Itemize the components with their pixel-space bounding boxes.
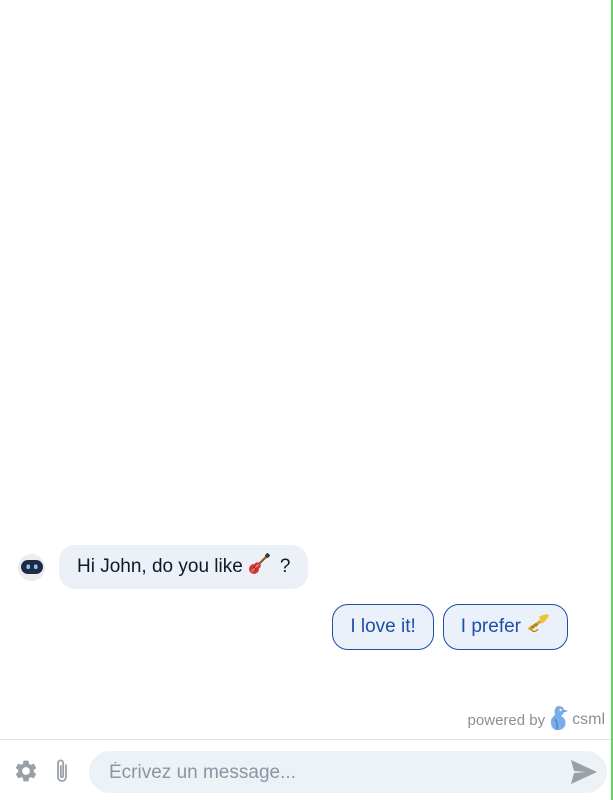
quick-reply-love-it-button[interactable]: I love it! bbox=[332, 604, 434, 650]
brand-name: csml bbox=[572, 711, 605, 728]
bot-message-suffix: ? bbox=[279, 556, 291, 577]
settings-button[interactable] bbox=[12, 757, 40, 785]
send-button[interactable] bbox=[569, 757, 599, 787]
composer-bar bbox=[0, 739, 611, 800]
powered-by: powered by csml bbox=[468, 705, 605, 735]
quick-reply-prefer-button[interactable]: I prefer bbox=[442, 604, 568, 650]
message-list: Hi John, do you like ? I love it! I pref… bbox=[0, 0, 611, 738]
bot-avatar bbox=[18, 553, 45, 581]
bot-message-text: Hi John, do you like bbox=[77, 556, 243, 577]
attach-button[interactable] bbox=[48, 757, 76, 785]
bot-message-bubble: Hi John, do you like ? bbox=[59, 545, 309, 589]
quick-reply-label: I love it! bbox=[350, 616, 416, 637]
message-input[interactable] bbox=[107, 751, 551, 795]
quick-replies: I love it! I prefer bbox=[332, 604, 568, 650]
trumpet-icon bbox=[526, 613, 550, 641]
guitar-icon bbox=[248, 553, 270, 581]
paperclip-icon bbox=[57, 759, 67, 782]
bot-message-row: Hi John, do you like ? bbox=[18, 545, 309, 589]
message-input-container bbox=[89, 751, 607, 795]
csml-bird-logo bbox=[549, 705, 569, 735]
gear-icon bbox=[15, 760, 37, 782]
quick-reply-label: I prefer bbox=[460, 616, 521, 637]
chat-widget: Hi John, do you like ? I love it! I pref… bbox=[0, 0, 613, 800]
robot-icon bbox=[20, 560, 43, 574]
send-icon bbox=[571, 760, 597, 784]
powered-by-text: powered by bbox=[467, 711, 546, 729]
